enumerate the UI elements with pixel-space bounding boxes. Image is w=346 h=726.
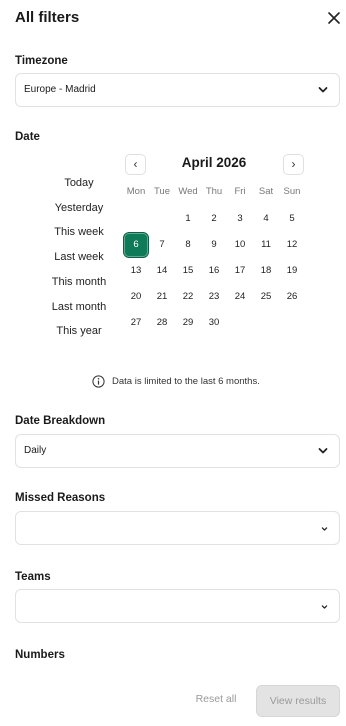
quick-range-this-month[interactable]: This month [24,276,134,288]
teams-select[interactable] [15,589,340,623]
close-button[interactable] [326,10,342,26]
calendar-day[interactable]: 22 [176,285,200,309]
info-icon [92,375,105,388]
panel-title: All filters [15,9,80,26]
calendar-day[interactable]: 8 [176,233,200,257]
calendar-day[interactable]: 23 [202,285,226,309]
calendar-day[interactable]: 4 [254,207,278,231]
calendar-day-selected[interactable]: 6 [124,233,148,257]
calendar-day[interactable]: 25 [254,285,278,309]
calendar-day[interactable]: 24 [228,285,252,309]
reset-all-button[interactable]: Reset all [190,693,242,705]
calendar-day[interactable]: 16 [202,259,226,283]
calendar-day[interactable]: 28 [150,311,174,335]
chevron-down-icon [321,605,328,609]
quick-range-this-week[interactable]: This week [24,226,134,238]
date-label: Date [15,131,40,143]
calendar-day[interactable]: 15 [176,259,200,283]
teams-label: Teams [15,571,51,583]
calendar-day[interactable]: 19 [280,259,304,283]
calendar-day[interactable]: 21 [150,285,174,309]
timezone-value: Europe - Madrid [24,84,96,95]
weekday-label: Wed [178,186,198,197]
timezone-label: Timezone [15,55,68,67]
weekday-label: Thu [205,186,223,197]
calendar-prev-button[interactable]: ‹ [125,154,146,175]
quick-range-today[interactable]: Today [24,177,134,189]
calendar-day[interactable]: 29 [176,311,200,335]
calendar-day[interactable]: 10 [228,233,252,257]
calendar-day[interactable]: 18 [254,259,278,283]
weekday-label: Fri [234,186,246,197]
calendar-day[interactable]: 27 [124,311,148,335]
quick-range-this-year[interactable]: This year [24,325,134,337]
chevron-down-icon [321,527,328,531]
date-breakdown-value: Daily [24,445,47,456]
calendar-day[interactable]: 30 [202,311,226,335]
calendar-day[interactable]: 14 [150,259,174,283]
numbers-label: Numbers [15,649,65,661]
date-breakdown-label: Date Breakdown [15,415,106,427]
calendar-day[interactable]: 7 [150,233,174,257]
weekday-label: Sat [258,186,274,197]
calendar-day[interactable]: 3 [228,207,252,231]
date-info-text: Data is limited to the last 6 months. [112,376,260,387]
missed-reasons-select[interactable] [15,511,340,545]
calendar-day[interactable]: 20 [124,285,148,309]
calendar-day[interactable]: 12 [280,233,304,257]
view-results-button[interactable]: View results [256,685,340,717]
weekday-label: Tue [153,186,171,197]
timezone-select[interactable]: Europe - Madrid [15,73,340,107]
weekday-label: Sun [283,186,301,197]
calendar-day[interactable]: 13 [124,259,148,283]
calendar-day[interactable]: 9 [202,233,226,257]
calendar-month-label: April 2026 [181,155,247,170]
calendar-next-button[interactable]: › [283,154,304,175]
chevron-down-icon [318,87,328,93]
calendar-day[interactable]: 26 [280,285,304,309]
quick-range-last-month[interactable]: Last month [24,301,134,313]
close-icon [328,12,340,24]
chevron-down-icon [318,448,328,454]
calendar-day[interactable]: 1 [176,207,200,231]
calendar-day[interactable]: 11 [254,233,278,257]
quick-range-last-week[interactable]: Last week [24,251,134,263]
weekday-label: Mon [126,186,146,197]
calendar-day[interactable]: 5 [280,207,304,231]
calendar-day[interactable]: 17 [228,259,252,283]
quick-range-yesterday[interactable]: Yesterday [24,202,134,214]
calendar-day[interactable]: 2 [202,207,226,231]
missed-reasons-label: Missed Reasons [15,492,106,504]
date-breakdown-select[interactable]: Daily [15,434,340,468]
